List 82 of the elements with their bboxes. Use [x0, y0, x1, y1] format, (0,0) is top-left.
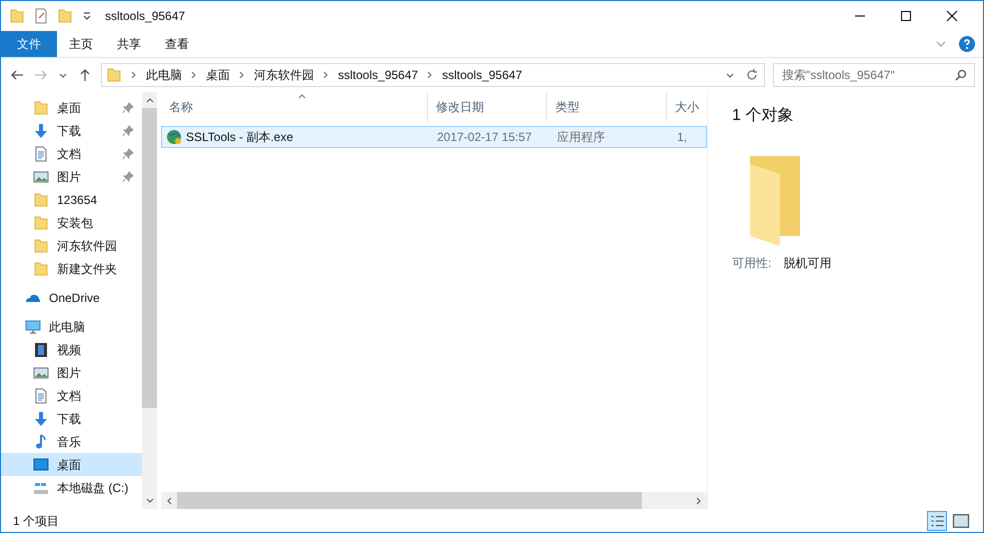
- globe-icon: [166, 129, 182, 145]
- down-arrow-icon: [33, 410, 49, 426]
- table-cell-text: 应用程序: [557, 129, 605, 146]
- picture-icon: [33, 168, 49, 184]
- breadcrumb-item[interactable]: 此电脑: [146, 66, 182, 84]
- sidebar-item[interactable]: 图片: [1, 361, 142, 384]
- sidebar-item[interactable]: 桌面: [1, 453, 142, 476]
- property-label: 可用性:: [732, 255, 772, 272]
- sort-up-icon: [298, 92, 306, 100]
- details-view-icon[interactable]: [927, 510, 947, 530]
- column-header[interactable]: 大小: [667, 92, 707, 122]
- down-arrow-icon: [33, 122, 49, 138]
- document-icon: [33, 388, 49, 404]
- maximize-icon: [900, 10, 912, 22]
- breadcrumb-item[interactable]: ssltools_95647: [338, 66, 418, 84]
- pin-icon[interactable]: [122, 102, 134, 114]
- window-title: ssltools_95647: [105, 8, 186, 25]
- picture-icon: [33, 364, 49, 380]
- chevron-down-icon[interactable]: [146, 497, 154, 505]
- desktop-icon: [33, 456, 49, 472]
- file-row[interactable]: SSLTools - 副本.exe 2017-02-17 15:57 应用程序 1,: [161, 126, 707, 148]
- computer-icon: [25, 318, 41, 334]
- table-cell-text: SSLTools - 副本.exe: [186, 129, 294, 146]
- sidebar-item[interactable]: 文档: [1, 384, 142, 407]
- film-icon: [33, 342, 49, 358]
- dropdown-icon[interactable]: [81, 10, 93, 22]
- scrollbar[interactable]: [142, 92, 157, 509]
- folder-icon: [33, 238, 49, 254]
- search-field[interactable]: 搜索"ssltools_95647": [773, 63, 975, 87]
- ribbon-tab[interactable]: 主页: [57, 31, 105, 57]
- status-text: 1 个项目: [13, 512, 60, 530]
- sidebar-item[interactable]: 本地磁盘 (C:): [1, 476, 142, 499]
- column-header[interactable]: 修改日期: [428, 92, 548, 122]
- folder-icon: [33, 260, 49, 276]
- sidebar-item[interactable]: 下载: [1, 119, 142, 142]
- file-tab[interactable]: 文件: [1, 31, 57, 57]
- chevron-right-icon[interactable]: [322, 71, 330, 79]
- sidebar-item[interactable]: 下载: [1, 407, 142, 430]
- column-header[interactable]: 名称: [161, 92, 428, 122]
- chevron-right-icon[interactable]: [426, 71, 434, 79]
- folder-icon: [33, 192, 49, 208]
- sidebar-item[interactable]: OneDrive: [1, 286, 142, 309]
- help-icon[interactable]: [959, 36, 975, 52]
- sidebar-item[interactable]: 此电脑: [1, 315, 142, 338]
- sidebar-item[interactable]: 图片: [1, 165, 142, 188]
- folder-icon: [9, 8, 25, 24]
- search-icon[interactable]: [955, 69, 967, 81]
- property-value: 脱机可用: [783, 255, 832, 272]
- table-cell-text: 2017-02-17 15:57: [437, 129, 532, 146]
- ribbon-tab[interactable]: 查看: [153, 31, 201, 57]
- pin-icon[interactable]: [122, 170, 134, 182]
- properties-icon[interactable]: [33, 8, 49, 24]
- sidebar-item[interactable]: 音乐: [1, 430, 142, 453]
- chevron-left-icon[interactable]: [165, 496, 173, 504]
- document-icon: [33, 146, 49, 162]
- breadcrumb-item[interactable]: 桌面: [206, 66, 230, 84]
- folder-icon: [33, 100, 49, 116]
- chevron-right-icon[interactable]: [695, 496, 703, 504]
- ribbon-tab[interactable]: 共享: [105, 31, 153, 57]
- chevron-right-icon[interactable]: [130, 71, 138, 79]
- breadcrumb-item[interactable]: 河东软件园: [254, 66, 314, 84]
- chevron-up-icon[interactable]: [146, 96, 154, 104]
- folder-icon: [106, 67, 122, 83]
- address-bar[interactable]: 此电脑 桌面 河东软件园 ssltools_95647 ssltools_95647: [101, 63, 765, 87]
- sidebar-item[interactable]: 视频: [1, 338, 142, 361]
- chevron-right-icon[interactable]: [190, 71, 198, 79]
- sidebar-item[interactable]: 新建文件夹: [1, 257, 142, 280]
- pin-icon[interactable]: [122, 148, 134, 160]
- sidebar-item[interactable]: 河东软件园: [1, 234, 142, 257]
- sidebar-item[interactable]: 安装包: [1, 211, 142, 234]
- close-icon: [946, 10, 958, 22]
- sidebar-item[interactable]: 123654: [1, 188, 142, 211]
- folder-icon: [33, 214, 49, 230]
- sidebar-item[interactable]: 文档: [1, 142, 142, 165]
- pin-icon[interactable]: [122, 124, 134, 136]
- table-cell-text: 1,: [677, 129, 688, 146]
- sidebar-item[interactable]: 桌面: [1, 96, 142, 119]
- details-title: 1 个对象: [732, 106, 794, 126]
- chevron-right-icon[interactable]: [238, 71, 246, 79]
- breadcrumb-item[interactable]: ssltools_95647: [442, 66, 522, 84]
- column-header[interactable]: 类型: [547, 92, 667, 122]
- horizontal-scrollbar[interactable]: [161, 492, 707, 509]
